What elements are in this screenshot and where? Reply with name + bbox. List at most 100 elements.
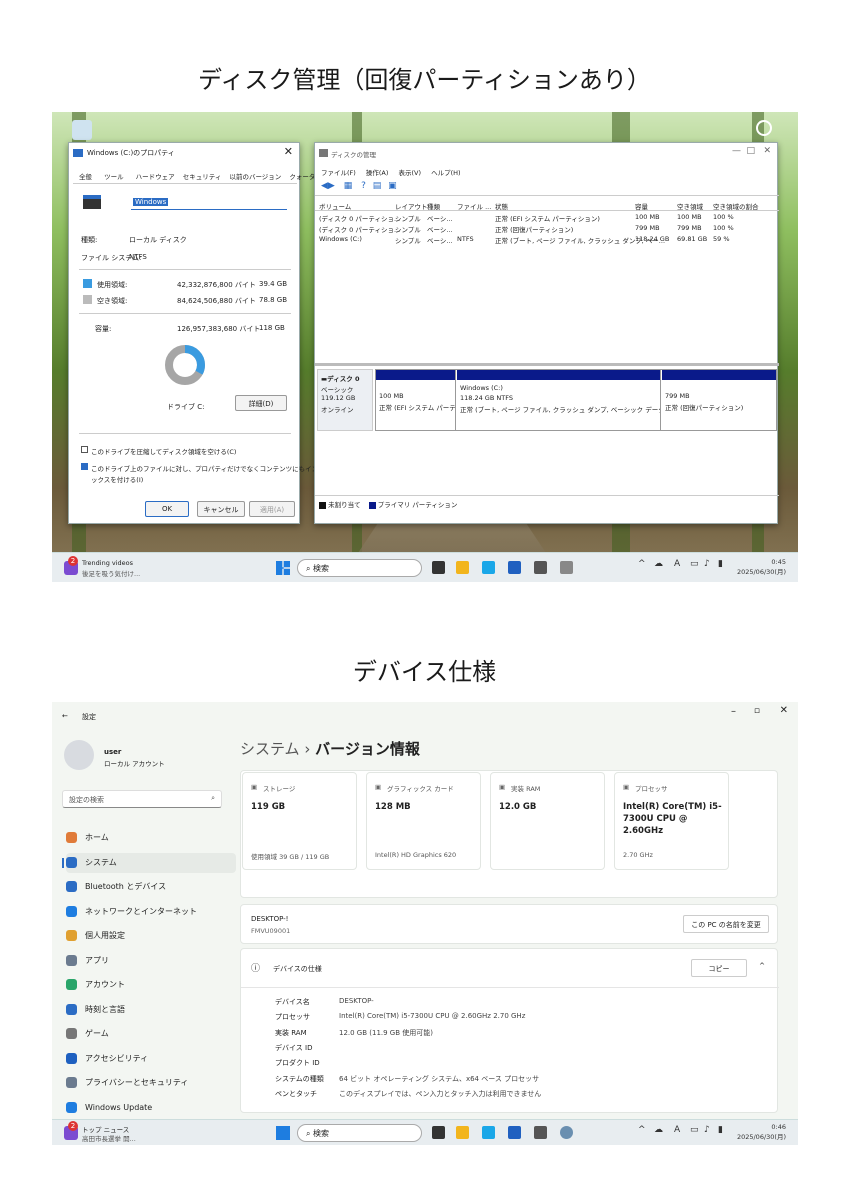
detail-button[interactable]: 詳細(D) [235,395,287,411]
rename-pc-button[interactable]: この PC の名前を変更 [683,915,769,933]
tray-chevron-icon[interactable]: ^ [638,559,646,569]
copy-button[interactable]: コピー [691,959,747,977]
disk-0-label-box[interactable]: ▬ディスク 0 ベーシック 119.12 GB オンライン [317,369,373,431]
column-header[interactable]: 容量 [635,201,648,211]
cloud-icon[interactable]: ☁ [654,1125,663,1135]
menu-view[interactable]: 表示(V) [399,169,422,177]
column-header[interactable]: 状態 [495,201,508,211]
partition-windows[interactable]: Windows (C:) 118.24 GB NTFS 正常 (ブート, ページ… [457,370,661,430]
store-icon[interactable] [508,561,521,574]
user-circle-icon[interactable] [756,120,772,136]
partition-efi[interactable]: 100 MB 正常 (EFI システム パーティ [376,370,456,430]
edge-icon[interactable] [482,1126,495,1139]
index-checkbox[interactable] [81,463,88,470]
sidebar-item[interactable]: アプリ [66,951,236,971]
drive-name-input[interactable]: Windows [131,198,287,210]
tab-hardware[interactable]: ハードウェア [136,173,175,181]
spec-card[interactable]: ▣ 実装 RAM 12.0 GB [490,772,605,870]
breadcrumb-system[interactable]: システム [240,740,300,758]
table-row[interactable]: (ディスク 0 パーティショ... シンプル ベーシ... 正常 (回復パーティション… [315,224,779,235]
network-icon[interactable]: ▭ [690,559,699,569]
sidebar-item[interactable]: ホーム [66,828,236,848]
forward-arrow-icon[interactable]: ▶ [328,181,335,191]
sidebar-item[interactable]: アクセシビリティ [66,1049,236,1069]
tab-previous-versions[interactable]: 以前のバージョン [229,173,281,181]
network-icon[interactable]: ▭ [690,1125,699,1135]
minimize-icon[interactable]: – [731,706,736,717]
spec-card[interactable]: ▣ プロセッサ Intel(R) Core(TM) i5-7300U CPU @ 2… [614,772,729,870]
column-header[interactable]: 空き領域の割合 [713,201,759,211]
ime-icon[interactable]: A [674,559,680,569]
battery-icon[interactable]: ▮ [718,1125,723,1135]
sidebar-item[interactable]: ゲーム [66,1024,236,1044]
partition-recovery[interactable]: 799 MB 正常 (回復パーティション) [662,370,776,430]
clock[interactable]: 0:46 2025/06/30(月) [737,1122,786,1142]
ime-icon[interactable]: A [674,1125,680,1135]
compress-checkbox[interactable] [81,446,88,453]
clock[interactable]: 0:45 2025/06/30(月) [737,557,786,577]
spec-card[interactable]: ▣ グラフィックス カード 128 MB Intel(R) HD Graphics 6… [366,772,481,870]
file-explorer-icon[interactable] [456,1126,469,1139]
sidebar-item[interactable]: 時刻と言語 [66,1000,236,1020]
tray-chevron-icon[interactable]: ^ [638,1125,646,1135]
sidebar-item[interactable]: Bluetooth とデバイス [66,877,236,897]
calculator-icon[interactable] [534,1126,547,1139]
help-icon[interactable]: ? [361,181,366,191]
sidebar-item[interactable]: ネットワークとインターネット [66,902,236,922]
battery-icon[interactable]: ▮ [718,559,723,569]
column-header[interactable]: ファイル ... [457,201,491,211]
taskbar-search[interactable]: ⌕ 検索 [297,1124,422,1142]
menu-help[interactable]: ヘルプ(H) [431,169,460,177]
tab-quota[interactable]: クォータ [289,173,315,181]
close-icon[interactable]: ✕ [763,146,771,156]
table-row[interactable]: Windows (C:) シンプル ベーシ... NTFS 正常 (ブート, ページ フ… [315,235,779,246]
ok-button[interactable]: OK [145,501,189,517]
back-arrow-icon[interactable]: ← [62,712,68,720]
grid-icon[interactable]: ▦ [344,181,353,191]
restore-icon[interactable]: ▫ [754,706,760,716]
settings-gear-icon[interactable] [560,1126,573,1139]
recycle-bin-icon[interactable] [72,120,92,140]
tab-tools[interactable]: ツール [104,173,124,181]
settings-search-input[interactable]: 設定の検索 ⌕ [62,790,222,808]
list-icon[interactable]: ▤ [373,181,382,191]
close-icon[interactable]: ✕ [284,145,293,158]
sidebar-item[interactable]: システム [62,852,236,873]
tab-security[interactable]: セキュリティ [183,173,222,181]
volume-icon[interactable]: ♪ [704,559,710,569]
tool-icon[interactable] [560,561,573,574]
spec-card[interactable]: ▣ ストレージ 119 GB 使用領域 39 GB / 119 GB [242,772,357,870]
close-icon[interactable]: ✕ [780,705,788,716]
store-icon[interactable] [508,1126,521,1139]
start-icon[interactable] [276,561,290,575]
partition-strip: 100 MB 正常 (EFI システム パーティ Windows (C:) 11… [375,369,777,431]
tab-general[interactable]: 全般 [79,173,92,181]
properties-icon[interactable]: ▣ [388,181,397,191]
sidebar-item[interactable]: Windows Update [66,1098,236,1118]
edge-icon[interactable] [482,561,495,574]
column-header[interactable]: 空き領域 [677,201,703,211]
task-view-icon[interactable] [432,561,445,574]
maximize-icon[interactable]: □ [746,146,755,156]
sidebar-item[interactable]: アカウント [66,975,236,995]
chevron-up-icon[interactable]: ^ [759,962,765,970]
table-row[interactable]: (ディスク 0 パーティショ... シンプル ベーシ... 正常 (EFI システム … [315,213,779,224]
apply-button[interactable]: 適用(A) [249,501,295,517]
volume-icon[interactable]: ♪ [704,1125,710,1135]
cloud-icon[interactable]: ☁ [654,559,663,569]
taskbar-search[interactable]: ⌕ 検索 [297,559,422,577]
calculator-icon[interactable] [534,561,547,574]
cancel-button[interactable]: キャンセル [197,501,245,517]
sidebar-item[interactable]: 個人用設定 [66,926,236,946]
back-arrow-icon[interactable]: ◀ [321,181,328,191]
task-view-icon[interactable] [432,1126,445,1139]
column-header[interactable]: ボリューム [319,201,351,211]
menu-action[interactable]: 操作(A) [366,169,389,177]
file-explorer-icon[interactable] [456,561,469,574]
start-icon[interactable] [276,1126,290,1140]
column-header[interactable]: 種類 [427,201,440,211]
menu-file[interactable]: ファイル(F) [321,169,356,177]
sidebar-item[interactable]: プライバシーとセキュリティ [66,1073,236,1093]
minimize-icon[interactable]: — [732,146,741,156]
column-header[interactable]: レイアウト [395,201,428,211]
